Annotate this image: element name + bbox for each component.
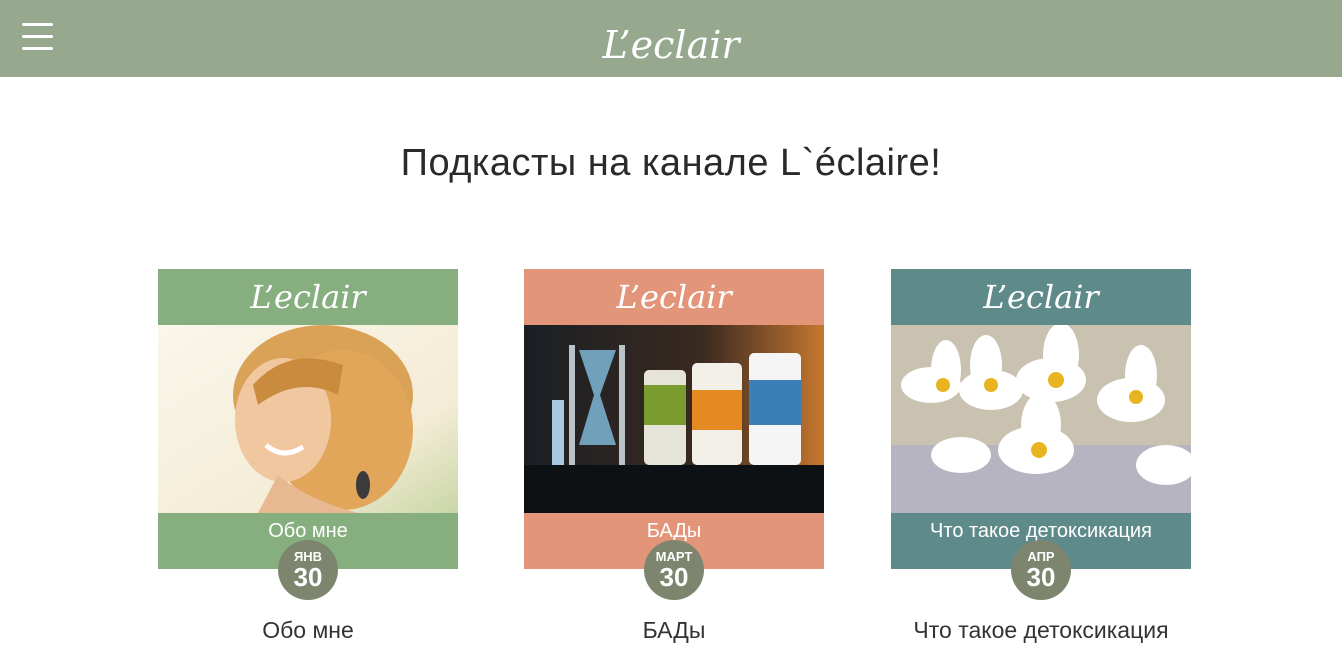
podcast-thumbnail[interactable]: L’eclair БАДы [524,269,824,569]
thumbnail-logo: L’eclair [891,269,1191,325]
woman-photo [158,325,458,513]
thumbnail-logo: L’eclair [524,269,824,325]
podcast-thumbnail[interactable]: L’eclair Что такое детоксикация [891,269,1191,569]
thumbnail-logo: L’eclair [158,269,458,325]
podcast-title[interactable]: Что такое детоксикация [871,617,1211,644]
date-day: 30 [659,562,689,592]
date-badge: МАРТ 30 [644,540,704,600]
page-title: Подкасты на канале L`éclaire! [400,142,942,184]
podcast-title[interactable]: Обо мне [138,617,478,644]
podcast-thumbnail[interactable]: L’eclair Обо мне [158,269,458,569]
podcast-card: L’eclair Что такое детоксикация АПР 30 Ч… [891,269,1191,643]
flowers-photo [891,325,1191,513]
date-day: 30 [1026,562,1056,592]
podcast-card: L’eclair БАДы МАРТ 30 БАДы [524,269,824,643]
podcast-title[interactable]: БАДы [504,617,844,644]
podcast-card: L’eclair Обо мне ЯНВ 30 Обо мне [158,269,458,643]
supplements-photo [524,325,824,513]
top-bar: L’eclair [0,0,1342,77]
date-badge: ЯНВ 30 [278,540,338,600]
date-day: 30 [293,562,323,592]
site-logo[interactable]: L’eclair [0,20,1342,70]
date-badge: АПР 30 [1011,540,1071,600]
